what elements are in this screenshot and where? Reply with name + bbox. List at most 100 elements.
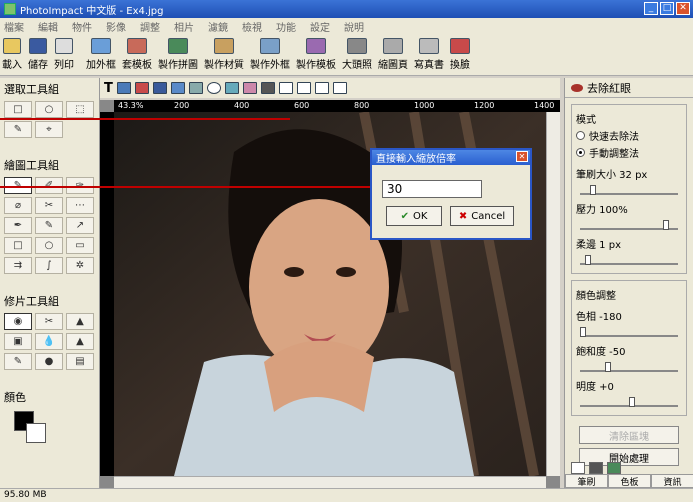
menu-adjust[interactable]: 調整: [140, 19, 160, 34]
toolbar-puzzle-button[interactable]: 製作拼圖: [158, 38, 198, 71]
lightness-slider[interactable]: [580, 395, 678, 407]
pressure-slider[interactable]: [580, 218, 678, 230]
red-eye-tool[interactable]: ◉: [4, 313, 32, 330]
magic-wand-tool[interactable]: ✎: [4, 121, 32, 138]
thumbnail-icon: [383, 38, 403, 54]
clone-tool[interactable]: ✂: [35, 197, 63, 214]
export-icon[interactable]: [332, 82, 347, 94]
clock-icon[interactable]: [206, 82, 221, 94]
photo-tool[interactable]: ▤: [66, 353, 94, 370]
star-tool[interactable]: ✲: [66, 257, 94, 274]
pen-tool[interactable]: ✒: [4, 217, 32, 234]
slider-thumb[interactable]: [663, 220, 670, 230]
rounded-rect-tool[interactable]: ▭: [66, 237, 94, 254]
slider-thumb[interactable]: [580, 327, 586, 337]
rect-select-tool[interactable]: □: [4, 101, 32, 118]
secondary-toolbar: T: [100, 78, 560, 98]
minimize-button[interactable]: _: [644, 2, 658, 15]
arrow-tool[interactable]: ⇉: [4, 257, 32, 274]
lasso-tool[interactable]: ⬚: [66, 101, 94, 118]
slider-thumb[interactable]: [584, 255, 591, 265]
menu-help[interactable]: 說明: [344, 19, 364, 34]
background-color-swatch[interactable]: [26, 423, 46, 443]
menu-edit[interactable]: 編輯: [38, 19, 58, 34]
trash-icon[interactable]: [589, 462, 603, 474]
saturation-slider[interactable]: [580, 360, 678, 372]
close-button[interactable]: ✕: [676, 2, 690, 15]
hue-slider[interactable]: [580, 325, 678, 337]
ok-button[interactable]: ✔ OK: [386, 206, 442, 226]
tab-swatch[interactable]: 色板: [608, 474, 651, 488]
dodge-tool[interactable]: ▲: [66, 333, 94, 350]
clear-area-button[interactable]: 清除區塊: [579, 426, 679, 444]
vertical-scrollbar[interactable]: [546, 112, 560, 476]
soft-edge-slider[interactable]: [580, 253, 678, 265]
list-icon[interactable]: [296, 82, 311, 94]
toolbar-id-photo-button[interactable]: 大頭照: [342, 38, 372, 71]
ellipse-select-tool[interactable]: ○: [35, 101, 63, 118]
toolbar-thumbnail-button[interactable]: 縮圖頁: [378, 38, 408, 71]
dots-tool[interactable]: ⋯: [66, 197, 94, 214]
menu-file[interactable]: 檔案: [4, 19, 24, 34]
menu-filter[interactable]: 濾鏡: [208, 19, 228, 34]
toolbar-texture-button[interactable]: 製作材質: [204, 38, 244, 71]
menu-photo[interactable]: 相片: [174, 19, 194, 34]
line-tool[interactable]: ↗: [66, 217, 94, 234]
menu-function[interactable]: 功能: [276, 19, 296, 34]
layer-icon[interactable]: [134, 82, 149, 94]
grid-icon[interactable]: [260, 82, 275, 94]
toolbar-face-swap-button[interactable]: 換臉: [450, 38, 470, 71]
tab-brush[interactable]: 筆刷: [565, 474, 608, 488]
gallery-icon[interactable]: [188, 82, 203, 94]
panel-icon[interactable]: [152, 82, 167, 94]
toolbar-photobook-button[interactable]: 寫真書: [414, 38, 444, 71]
arrow-right-icon[interactable]: [314, 82, 329, 94]
blur-tool[interactable]: 💧: [35, 333, 63, 350]
zoom-ratio-input[interactable]: 30: [382, 180, 482, 198]
menu-view[interactable]: 檢視: [242, 19, 262, 34]
slider-thumb[interactable]: [604, 362, 611, 372]
toolbar-print-button[interactable]: 列印: [54, 38, 74, 71]
image-icon[interactable]: [116, 82, 131, 94]
toolbar-frame-button[interactable]: 加外框: [86, 38, 116, 71]
curve-tool[interactable]: ∫: [35, 257, 63, 274]
horizontal-scrollbar[interactable]: [114, 476, 546, 488]
monitor-icon[interactable]: [607, 462, 621, 474]
toolbar-open-button[interactable]: 載入: [2, 38, 22, 71]
smudge-tool[interactable]: ▣: [4, 333, 32, 350]
note-icon[interactable]: [278, 82, 293, 94]
new-page-icon[interactable]: [571, 462, 585, 474]
sharpen-tool[interactable]: ▲: [66, 313, 94, 330]
save-icon: [29, 38, 47, 54]
cancel-button[interactable]: ✖ Cancel: [450, 206, 514, 226]
window-icon[interactable]: [170, 82, 185, 94]
mode-quick-radio[interactable]: 快速去除法: [576, 128, 682, 143]
retouch-group-title: 修片工具組: [4, 295, 59, 308]
slider-thumb[interactable]: [629, 397, 635, 407]
mode-manual-radio[interactable]: 手動調整法: [576, 145, 682, 160]
toolbar-make-frame-button[interactable]: 製作外框: [250, 38, 290, 71]
ellipse-shape-tool[interactable]: ○: [35, 237, 63, 254]
palette-icon[interactable]: [242, 82, 257, 94]
toolbar-make-template-button[interactable]: 製作模板: [296, 38, 336, 71]
pick-tool[interactable]: ⌖: [35, 121, 63, 138]
brush-size-slider[interactable]: [580, 183, 678, 195]
menu-settings[interactable]: 設定: [310, 19, 330, 34]
text-tool-icon[interactable]: T: [104, 81, 113, 96]
toolbar-save-button[interactable]: 儲存: [28, 38, 48, 71]
rect-shape-tool[interactable]: □: [4, 237, 32, 254]
toolbar-template-button[interactable]: 套模板: [122, 38, 152, 71]
share-icon[interactable]: [224, 82, 239, 94]
slider-thumb[interactable]: [589, 185, 596, 195]
paint-group-title: 繪圖工具組: [4, 159, 59, 172]
menu-object[interactable]: 物件: [72, 19, 92, 34]
blemish-tool[interactable]: ✂: [35, 313, 63, 330]
highlight-tool[interactable]: ●: [35, 353, 63, 370]
tint-tool[interactable]: ✎: [4, 353, 32, 370]
marker-tool[interactable]: ✎: [35, 217, 63, 234]
menu-image[interactable]: 影像: [106, 19, 126, 34]
maximize-button[interactable]: □: [660, 2, 674, 15]
dialog-close-button[interactable]: ✕: [516, 151, 528, 162]
tab-info[interactable]: 資訊: [651, 474, 693, 488]
eraser-tool[interactable]: ⌀: [4, 197, 32, 214]
